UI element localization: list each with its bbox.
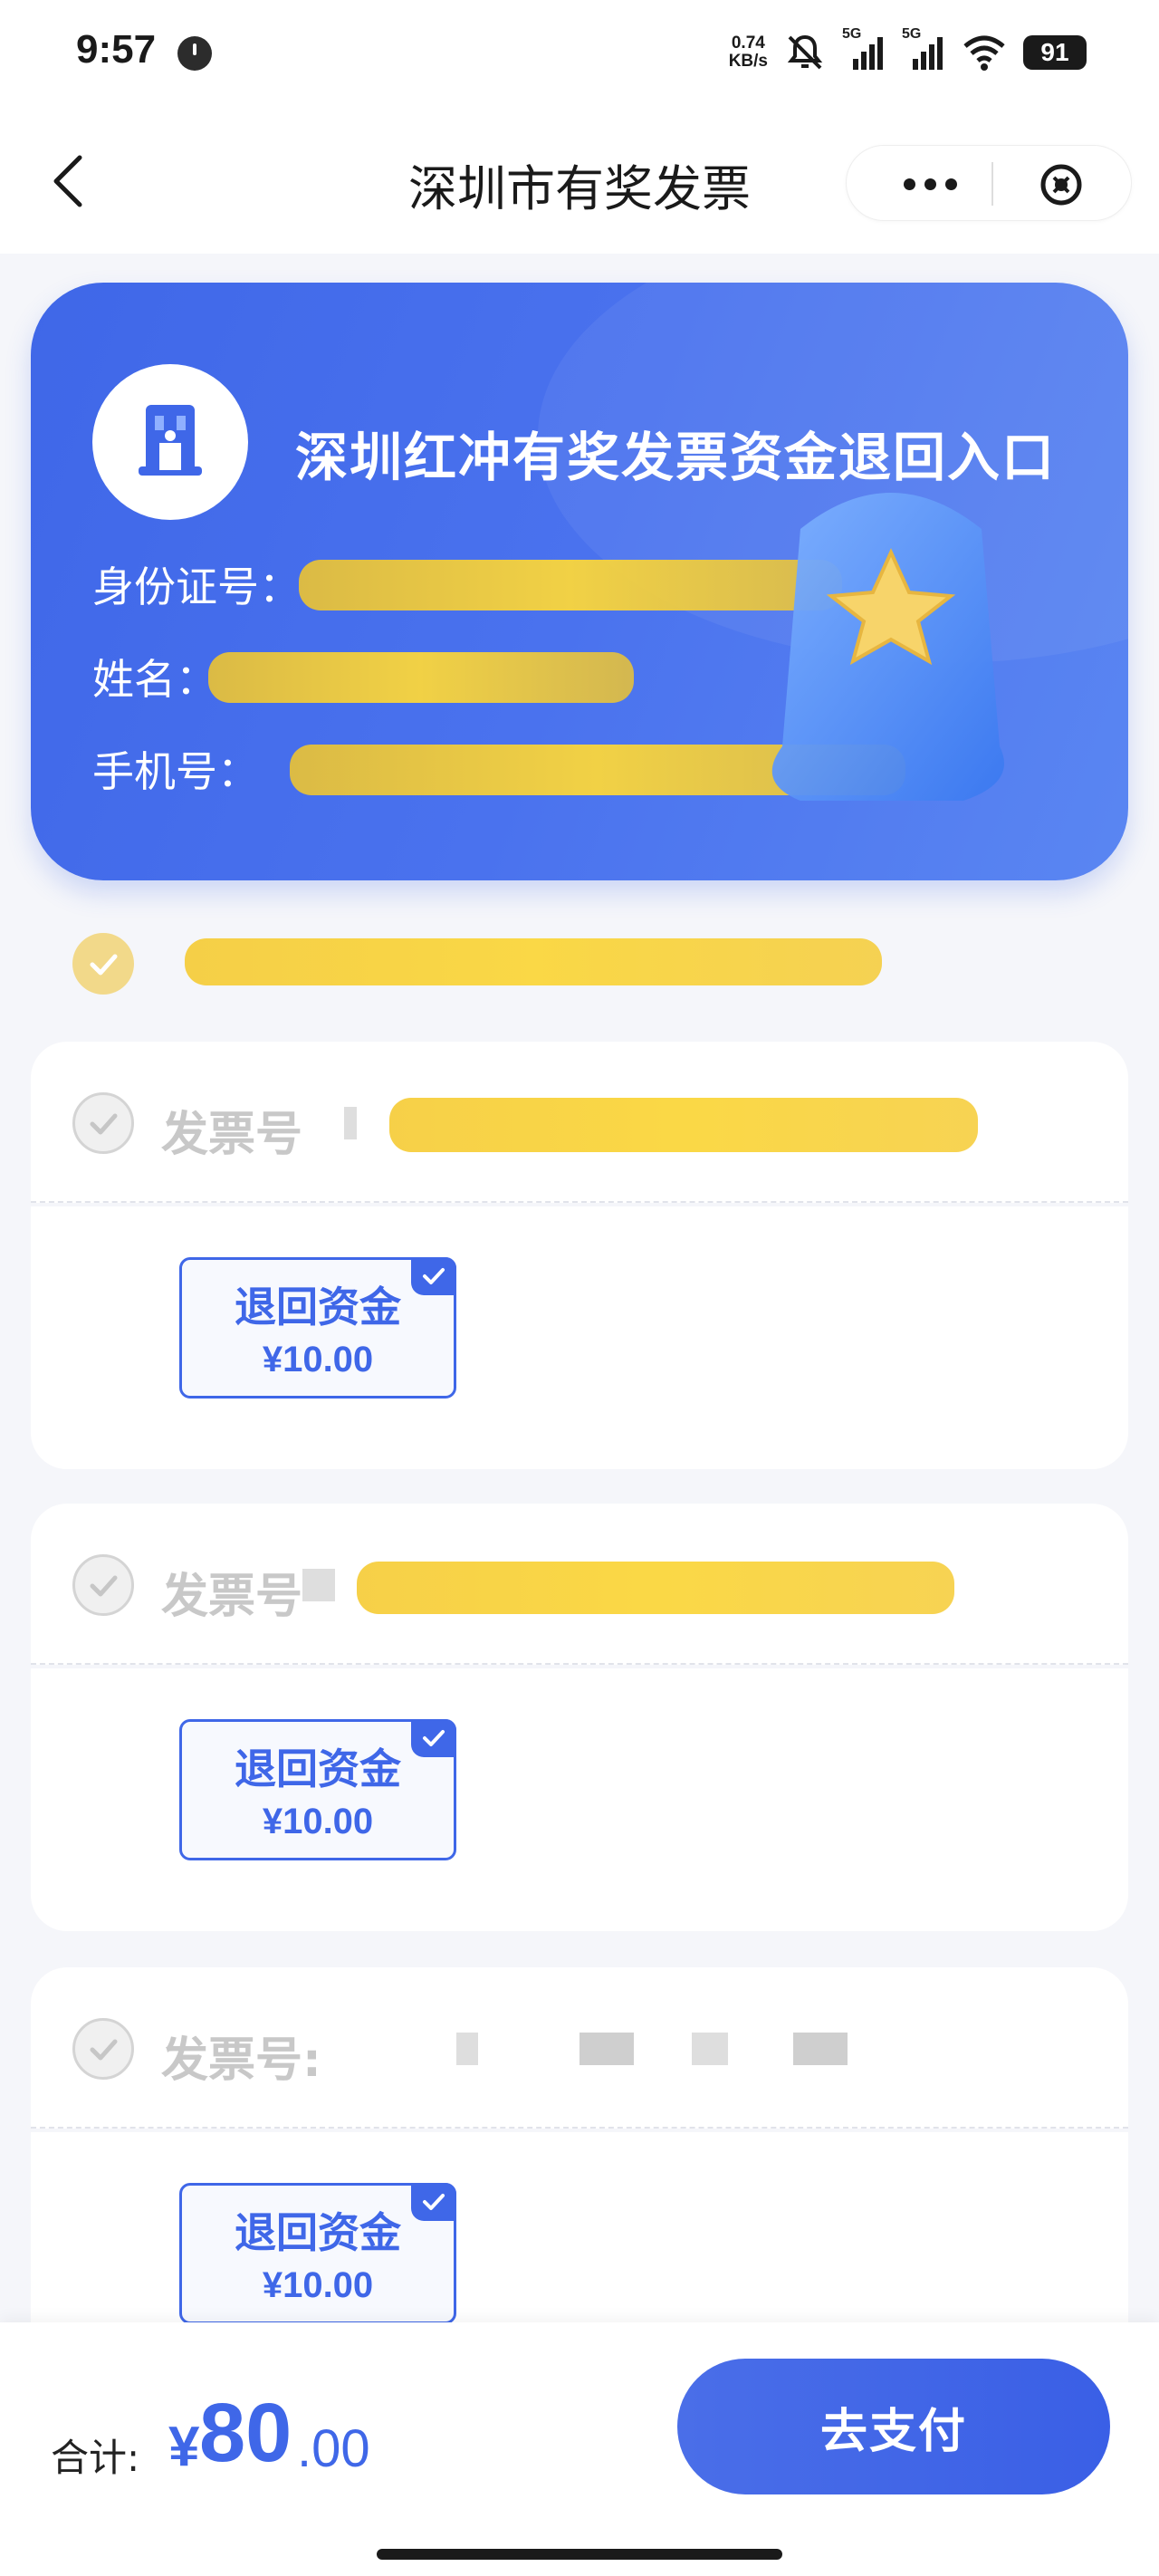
redacted-block xyxy=(344,1107,357,1139)
redacted-block xyxy=(580,2033,634,2065)
building-logo-icon xyxy=(92,364,248,520)
home-indicator[interactable] xyxy=(377,2549,782,2560)
nav-bar: 深圳市有奖发票 xyxy=(0,109,1159,254)
invoice-header[interactable]: 发票号 xyxy=(31,1042,1128,1203)
pay-button[interactable]: 去支付 xyxy=(677,2359,1110,2494)
battery-indicator: 91 xyxy=(1023,35,1087,70)
check-icon xyxy=(411,1257,456,1295)
redacted-name xyxy=(208,652,634,703)
status-bar: 9:57 0.74 KB/s 5G 5G 91 xyxy=(0,0,1159,109)
more-icon[interactable] xyxy=(892,168,968,200)
invoice-body: 退回资金 ¥10.00 xyxy=(31,1668,1128,1931)
invoice-number-label: 发票号: xyxy=(161,2033,321,2088)
refund-amount: ¥10.00 xyxy=(262,2265,374,2305)
redacted-block xyxy=(793,2033,848,2065)
redacted-block xyxy=(302,1569,335,1601)
hero-card: 深圳红冲有奖发票资金退回入口 身份证号： 姓名： 手机号： xyxy=(31,283,1128,880)
clock-icon xyxy=(177,36,212,71)
bell-star-icon xyxy=(746,475,1036,837)
signal-label: 5G xyxy=(842,26,862,42)
id-label: 身份证号： xyxy=(92,562,301,611)
name-row: 姓名： xyxy=(92,647,217,706)
check-icon[interactable] xyxy=(72,1092,134,1154)
refund-amount: ¥10.00 xyxy=(262,1340,374,1379)
status-icons: 0.74 KB/s 5G 5G 91 xyxy=(729,26,1087,78)
invoice-number-label: 发票号 xyxy=(161,1108,303,1162)
phone-label: 手机号： xyxy=(92,747,259,796)
net-speed: 0.74 KB/s xyxy=(729,34,768,71)
check-icon[interactable] xyxy=(72,2018,134,2080)
refund-amount: ¥10.00 xyxy=(262,1802,374,1841)
invoice-body: 退回资金 ¥10.00 xyxy=(31,1206,1128,1469)
id-row: 身份证号： xyxy=(92,554,301,614)
total-decimal: .00 xyxy=(297,2419,370,2478)
mini-program-capsule xyxy=(846,145,1132,221)
refund-option[interactable]: 退回资金 ¥10.00 xyxy=(179,2183,456,2324)
net-speed-unit: KB/s xyxy=(728,52,768,71)
close-icon[interactable] xyxy=(1039,162,1084,207)
invoice-card: 发票号 退回资金 ¥10.00 xyxy=(31,1042,1128,1473)
checkout-bar: 合计: ¥ 80 .00 去支付 xyxy=(0,2322,1159,2576)
phone-row: 手机号： xyxy=(92,739,259,799)
check-icon[interactable] xyxy=(72,1554,134,1616)
invoice-number-label: 发票号 xyxy=(161,1570,303,1624)
net-speed-value: 0.74 xyxy=(731,34,765,53)
check-icon xyxy=(411,1719,456,1757)
redacted-block xyxy=(456,2033,478,2065)
invoice-card: 发票号 退回资金 ¥10.00 xyxy=(31,1504,1128,1935)
check-icon[interactable] xyxy=(72,933,134,995)
signal-icon: 5G xyxy=(902,26,945,73)
redacted-header-info xyxy=(185,938,882,985)
redacted-invoice-number xyxy=(389,1098,978,1152)
wifi-icon xyxy=(962,32,1007,73)
status-time: 9:57 xyxy=(76,27,157,72)
name-label: 姓名： xyxy=(92,655,217,704)
capsule-divider xyxy=(991,162,993,206)
signal-label: 5G xyxy=(902,26,922,42)
refund-option[interactable]: 退回资金 ¥10.00 xyxy=(179,1719,456,1860)
mute-icon xyxy=(784,32,826,73)
invoice-header[interactable]: 发票号 xyxy=(31,1504,1128,1665)
select-all-row[interactable] xyxy=(31,928,1128,1000)
redacted-invoice-number xyxy=(357,1562,954,1614)
refund-option[interactable]: 退回资金 ¥10.00 xyxy=(179,1257,456,1399)
redacted-block xyxy=(692,2033,728,2065)
signal-icon: 5G xyxy=(842,26,886,73)
total-amount: 80 xyxy=(199,2387,292,2479)
total-currency: ¥ xyxy=(168,2416,200,2478)
invoice-header[interactable]: 发票号: xyxy=(31,1967,1128,2129)
check-icon xyxy=(411,2183,456,2221)
total-label: 合计: xyxy=(51,2436,140,2480)
